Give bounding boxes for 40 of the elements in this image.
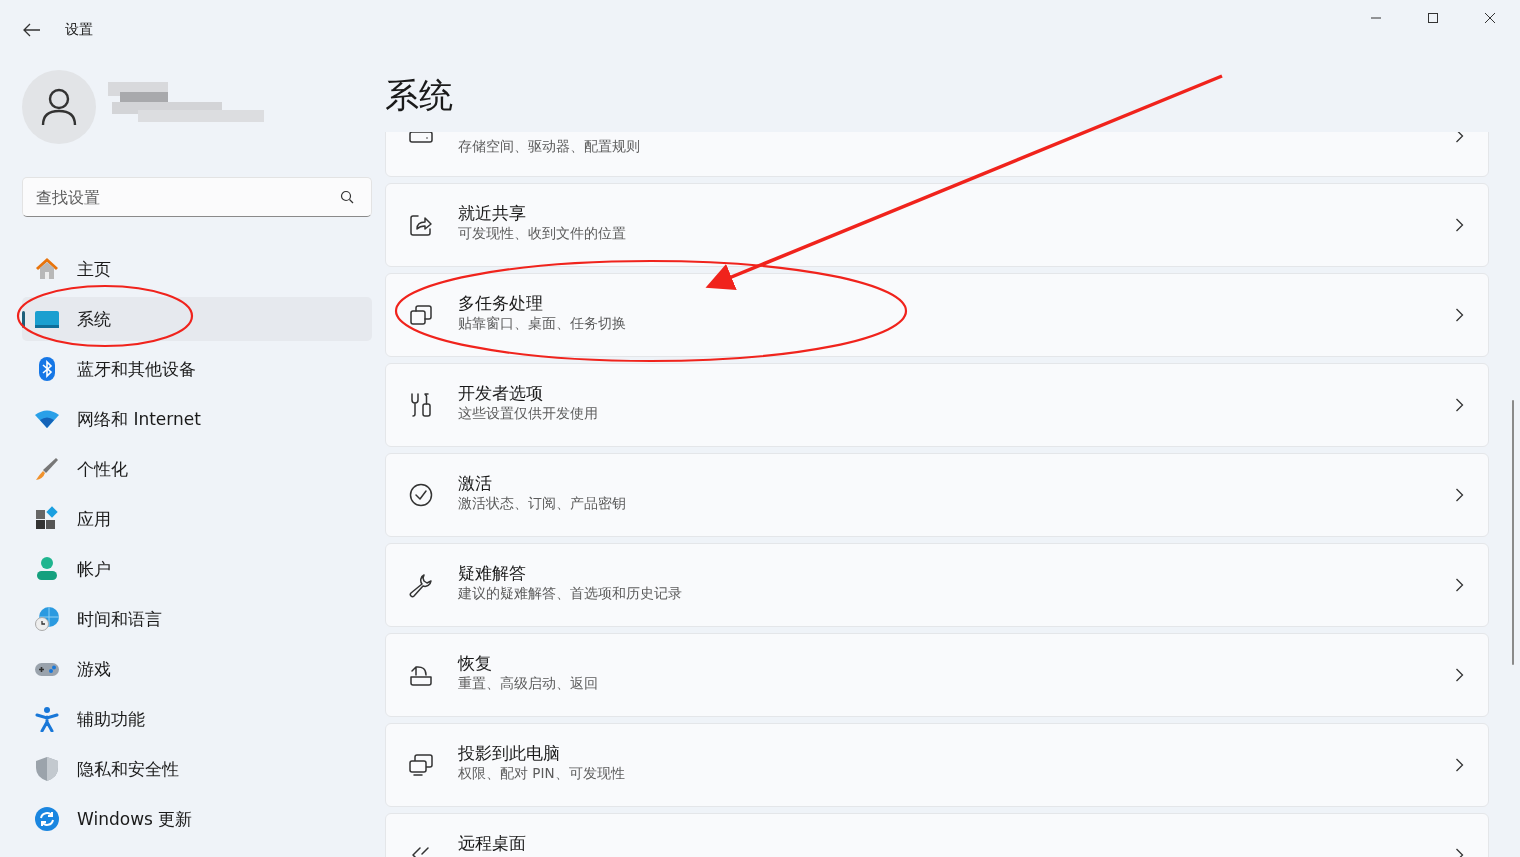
card-subtitle: 贴靠窗口、桌面、任务切换	[458, 315, 626, 332]
nav-item[interactable]: 辅助功能	[22, 697, 372, 741]
nav-item[interactable]: 时间和语言	[22, 597, 372, 641]
card-subtitle: 存储空间、驱动器、配置规则	[458, 138, 640, 155]
nav-item[interactable]: 个性化	[22, 447, 372, 491]
card-subtitle: 建议的疑难解答、首选项和历史记录	[458, 585, 682, 602]
settings-card[interactable]: 激活 激活状态、订阅、产品密钥	[385, 453, 1489, 537]
card-title: 激活	[458, 473, 492, 494]
nav-item[interactable]: 帐户	[22, 547, 372, 591]
settings-card[interactable]: 就近共享 可发现性、收到文件的位置	[385, 183, 1489, 267]
nav-item[interactable]: 主页	[22, 247, 372, 291]
settings-card[interactable]: 投影到此电脑 权限、配对 PIN、可发现性	[385, 723, 1489, 807]
card-title: 多任务处理	[458, 293, 543, 314]
settings-card[interactable]: 存储空间、驱动器、配置规则	[385, 132, 1489, 177]
settings-card[interactable]: 多任务处理 贴靠窗口、桌面、任务切换	[385, 273, 1489, 357]
page-title: 系统	[385, 74, 453, 117]
card-title: 投影到此电脑	[458, 743, 560, 764]
card-subtitle: 权限、配对 PIN、可发现性	[458, 765, 625, 782]
nav-item[interactable]: 网络和 Internet	[22, 397, 372, 441]
settings-card[interactable]: 远程桌面	[385, 813, 1489, 857]
nav-item[interactable]: 蓝牙和其他设备	[22, 347, 372, 391]
nav-item[interactable]: 应用	[22, 497, 372, 541]
search-field[interactable]: 查找设置	[22, 177, 372, 217]
settings-card[interactable]: 疑难解答 建议的疑难解答、首选项和历史记录	[385, 543, 1489, 627]
settings-card[interactable]: 恢复 重置、高级启动、返回	[385, 633, 1489, 717]
nav-item[interactable]: Windows 更新	[22, 797, 372, 841]
settings-card[interactable]: 开发者选项 这些设置仅供开发使用	[385, 363, 1489, 447]
nav-item[interactable]: 系统	[22, 297, 372, 341]
card-title: 疑难解答	[458, 563, 526, 584]
card-subtitle: 这些设置仅供开发使用	[458, 405, 598, 422]
card-title: 恢复	[458, 653, 492, 674]
nav-item[interactable]: 游戏	[22, 647, 372, 691]
window-title: 设置	[65, 21, 93, 39]
card-title: 远程桌面	[458, 833, 526, 854]
card-subtitle: 可发现性、收到文件的位置	[458, 225, 626, 242]
card-title: 就近共享	[458, 203, 526, 224]
card-subtitle: 重置、高级启动、返回	[458, 675, 598, 692]
nav-item[interactable]: 隐私和安全性	[22, 747, 372, 791]
card-subtitle: 激活状态、订阅、产品密钥	[458, 495, 626, 512]
card-title: 开发者选项	[458, 383, 543, 404]
